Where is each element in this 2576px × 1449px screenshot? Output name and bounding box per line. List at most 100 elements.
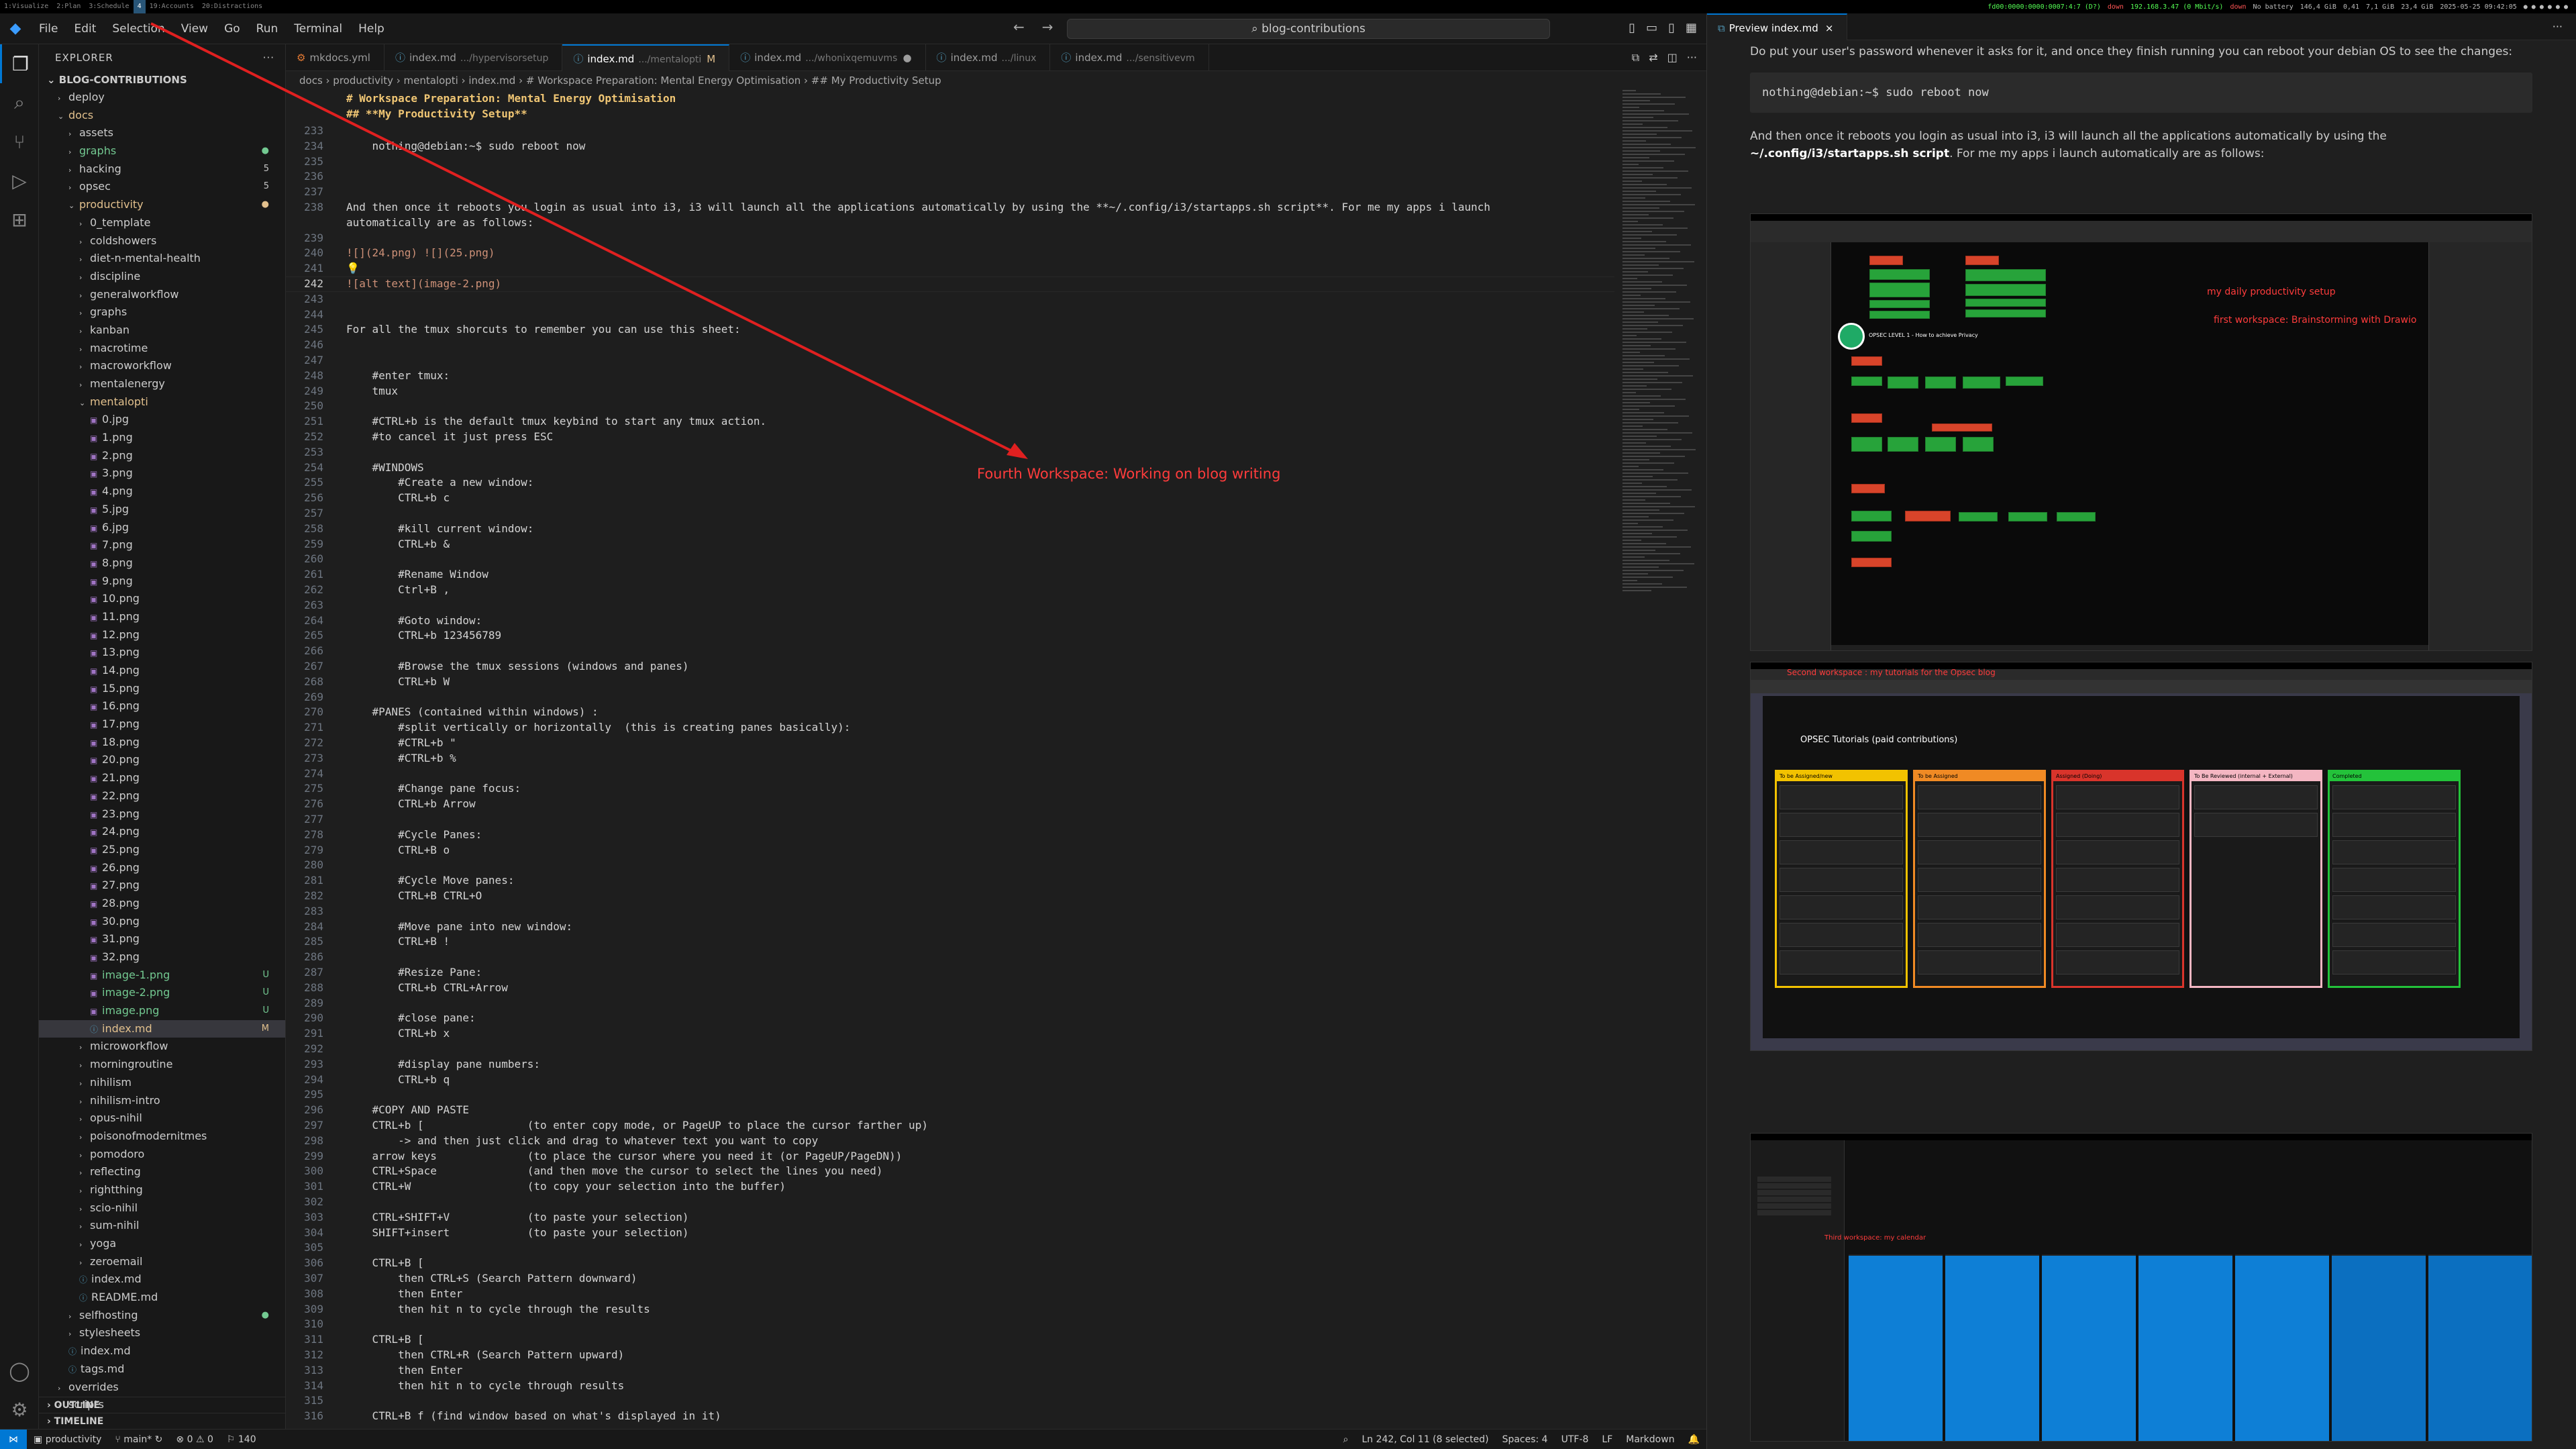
tree-file[interactable]: ▣ 24.png [39,823,285,841]
tree-folder[interactable]: › rightthing [39,1181,285,1199]
menu-view[interactable]: View [173,22,216,36]
tree-folder[interactable]: ⌄ mentalopti [39,393,285,411]
tree-file[interactable]: ▣ image-2.png U [39,984,285,1002]
remote-icon[interactable]: ⋈ [0,1429,27,1449]
status-problems[interactable]: ⊗ 0 ⚠ 0 [169,1434,219,1445]
tree-folder[interactable]: › microworkflow [39,1038,285,1056]
status-encoding[interactable]: UTF-8 [1555,1434,1596,1445]
tree-folder[interactable]: › macroworkflow [39,357,285,375]
tree-file[interactable]: ▣ 1.png [39,429,285,447]
workspace-3[interactable]: 3:Schedule [85,0,133,13]
toggle-secondary-sidebar-icon[interactable]: ▯ [1668,21,1675,35]
tree-file[interactable]: ⓘ index.md M [39,1019,285,1038]
workspace-4[interactable]: 4 [133,0,146,13]
tree-file[interactable]: ▣ 17.png [39,715,285,734]
tree-file[interactable]: ▣ 26.png [39,859,285,877]
tree-file[interactable]: ▣ 3.png [39,464,285,483]
tree-file[interactable]: ⓘ README.md [39,1289,285,1307]
tree-file[interactable]: ▣ 13.png [39,644,285,662]
customize-layout-icon[interactable]: ▦ [1686,21,1697,35]
editor-scrollbar[interactable] [1702,90,1706,1429]
tree-folder[interactable]: ⌄ productivity ● [39,196,285,214]
tab-mkdocs-yml-0[interactable]: ⚙ mkdocs.yml [286,44,384,71]
status-cursor-position[interactable]: Ln 242, Col 11 (8 selected) [1355,1434,1495,1445]
tree-folder[interactable]: › hacking 5 [39,160,285,179]
more-actions-icon[interactable]: ··· [2553,20,2576,33]
code-editor[interactable]: # Workspace Preparation: Mental Energy O… [286,90,1706,1429]
open-preview-icon[interactable]: ⧉ [1632,51,1639,64]
menu-help[interactable]: Help [350,22,393,36]
tree-folder[interactable]: › morningroutine [39,1056,285,1074]
menu-run[interactable]: Run [248,22,287,36]
tree-file[interactable]: ▣ 9.png [39,572,285,591]
tree-folder[interactable]: › deploy [39,89,285,107]
tree-file[interactable]: ▣ 10.png [39,590,285,608]
tree-file[interactable]: ▣ 6.jpg [39,519,285,537]
tree-folder[interactable]: › nihilism [39,1074,285,1092]
compare-icon[interactable]: ⇄ [1649,51,1657,64]
tree-folder[interactable]: › macrotime [39,340,285,358]
tab-index-md-2[interactable]: ⓘ index.md .../mentalopti M [562,44,730,71]
workspace-root[interactable]: ⌄ BLOG-CONTRIBUTIONS [39,71,285,89]
tab-index-md-1[interactable]: ⓘ index.md .../hypervisorsetup [384,44,563,71]
tree-folder[interactable]: › yoga [39,1235,285,1253]
tree-file[interactable]: ▣ 25.png [39,841,285,859]
tab-preview[interactable]: ⧉ Preview index.md × [1707,13,1848,40]
sticky-heading[interactable]: # Workspace Preparation: Mental Energy O… [286,91,1614,107]
tree-folder[interactable]: › opsec 5 [39,178,285,196]
tree-file[interactable]: ▣ 11.png [39,608,285,626]
extensions-icon[interactable]: ⊞ [0,200,39,239]
tree-file[interactable]: ▣ 8.png [39,554,285,572]
tree-file[interactable]: ▣ 21.png [39,769,285,787]
tree-file[interactable]: ▣ image.png U [39,1002,285,1020]
tree-file[interactable]: ▣ 0.jpg [39,411,285,429]
sticky-heading[interactable]: ## **My Productivity Setup** [286,107,1614,122]
tree-folder[interactable]: › nihilism-intro [39,1092,285,1110]
breadcrumb[interactable]: docs › productivity › mentalopti › index… [286,71,1706,90]
tree-file[interactable]: ▣ 20.png [39,751,285,769]
tree-file[interactable]: ▣ 23.png [39,805,285,823]
tree-folder[interactable]: › discipline [39,268,285,286]
tree-folder[interactable]: › sum-nihil [39,1217,285,1235]
tree-file[interactable]: ▣ 27.png [39,877,285,895]
more-actions-icon[interactable]: ··· [263,44,274,71]
tree-folder[interactable]: › scio-nihil [39,1199,285,1217]
status-project[interactable]: ▣ productivity [27,1434,108,1445]
menu-go[interactable]: Go [216,22,248,36]
tab-index-md-3[interactable]: ⓘ index.md .../whonixqemuvms ● [729,44,926,71]
tree-folder[interactable]: ⌄ docs [39,107,285,125]
tree-file[interactable]: ⓘ index.md [39,1342,285,1360]
more-actions-icon[interactable]: ··· [1687,51,1697,64]
workspace-5[interactable]: 19:Accounts [146,0,198,13]
menu-file[interactable]: File [31,22,66,36]
toggle-sidebar-icon[interactable]: ▯ [1629,21,1635,35]
preview-content[interactable]: Do put your user's password whenever it … [1707,40,2576,1449]
tree-file[interactable]: ▣ 28.png [39,895,285,913]
workspace-6[interactable]: 20:Distractions [198,0,266,13]
tree-file[interactable]: ▣ 5.jpg [39,501,285,519]
tree-file[interactable]: ▣ 2.png [39,447,285,465]
menu-terminal[interactable]: Terminal [286,22,350,36]
tree-file[interactable]: ▣ 15.png [39,680,285,698]
forward-arrow-icon[interactable]: → [1042,19,1053,35]
outline-section[interactable]: › OUTLINE [39,1397,285,1413]
tree-folder[interactable]: › selfhosting ● [39,1307,285,1325]
tab-index-md-5[interactable]: ⓘ index.md .../sensitivevm [1050,44,1209,71]
tree-file[interactable]: ⓘ tags.md [39,1360,285,1379]
tree-folder[interactable]: › graphs ● [39,142,285,160]
tab-index-md-4[interactable]: ⓘ index.md .../linux [926,44,1051,71]
source-control-icon[interactable]: ⑂ [0,122,39,161]
toggle-panel-icon[interactable]: ▭ [1646,21,1657,35]
tree-file[interactable]: ▣ 14.png [39,662,285,680]
tree-folder[interactable]: › generalworkflow [39,286,285,304]
workspace-2[interactable]: 2:Plan [52,0,85,13]
tree-file[interactable]: ▣ image-1.png U [39,966,285,985]
unsaved-dot-icon[interactable]: ● [903,52,911,64]
split-editor-icon[interactable]: ◫ [1667,51,1678,64]
settings-gear-icon[interactable]: ⚙ [0,1390,39,1429]
tree-folder[interactable]: › assets [39,124,285,142]
status-indentation[interactable]: Spaces: 4 [1496,1434,1555,1445]
search-view-icon[interactable]: ⌕ [0,83,39,122]
tree-file[interactable]: ▣ 4.png [39,483,285,501]
explorer-icon[interactable]: ❐ [0,44,39,83]
